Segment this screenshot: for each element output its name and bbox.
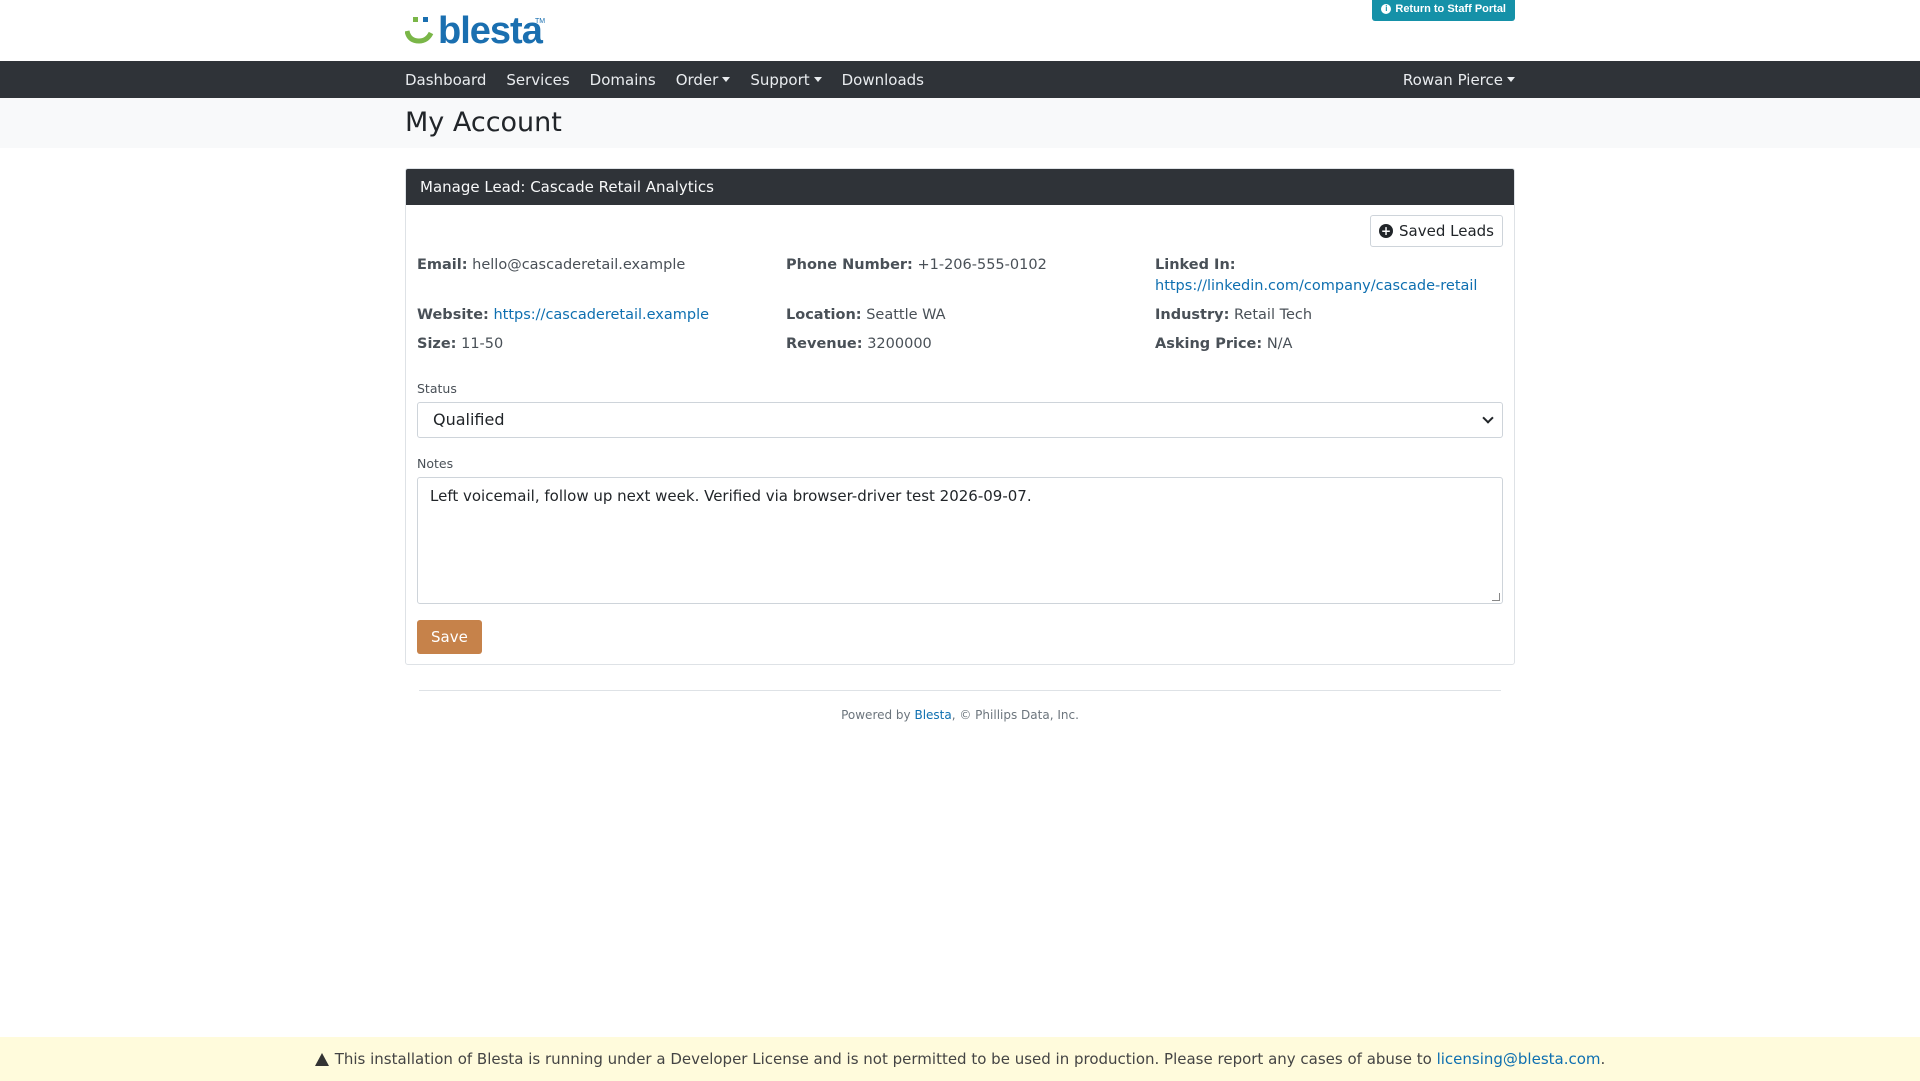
logo-smile-icon: blesta TM [405,11,545,47]
site-header: blesta TM i Return to Staff Portal [405,0,1515,61]
manage-lead-card: Manage Lead: Cascade Retail Analytics + … [405,168,1515,665]
logo-tm: TM [535,18,545,25]
asking-price-detail: Asking Price: N/A [1155,334,1503,355]
linkedin-detail: Linked In: https://linkedin.com/company/… [1155,255,1503,297]
website-detail: Website: https://cascaderetail.example [417,305,786,326]
saved-leads-label: Saved Leads [1399,222,1494,240]
size-label: Size: [417,336,457,352]
industry-label: Industry: [1155,307,1230,323]
size-detail: Size: 11-50 [417,334,786,355]
nav-dashboard[interactable]: Dashboard [405,71,486,89]
nav-support-dropdown[interactable]: Support [750,71,821,89]
license-warning-bar: This installation of Blesta is running u… [0,1037,1920,1081]
email-detail: Email: hello@cascaderetail.example [417,255,786,297]
email-value: hello@cascaderetail.example [472,257,686,273]
location-label: Location: [786,307,862,323]
plus-circle-icon: + [1379,224,1394,238]
notes-label: Notes [417,456,454,471]
nav-domains[interactable]: Domains [590,71,656,89]
website-label: Website: [417,307,489,323]
card-header: Manage Lead: Cascade Retail Analytics [406,169,1514,205]
warning-icon [314,1052,329,1066]
logo-wordmark: blesta [438,11,544,47]
linkedin-label: Linked In: [1155,257,1236,273]
status-selected-value: Qualified [433,410,505,429]
blesta-link[interactable]: Blesta [914,708,951,722]
saved-leads-button[interactable]: + Saved Leads [1370,215,1503,247]
linkedin-link[interactable]: https://linkedin.com/company/cascade-ret… [1155,278,1477,294]
powered-suffix: , © Phillips Data, Inc. [951,708,1079,722]
license-message: This installation of Blesta is running u… [334,1050,1437,1068]
revenue-label: Revenue: [786,336,863,352]
chevron-down-icon [1482,412,1494,424]
resize-grip-icon[interactable] [1492,593,1500,601]
status-select[interactable]: Qualified [417,402,1503,438]
page-title: My Account [405,107,562,138]
powered-by: Powered by Blesta, © Phillips Data, Inc. [0,708,1920,722]
notes-value: Left voicemail, follow up next week. Ver… [430,487,1032,505]
license-end: . [1600,1050,1606,1068]
industry-value: Retail Tech [1234,307,1313,323]
nav-downloads[interactable]: Downloads [842,71,924,89]
blesta-logo[interactable]: blesta TM [405,11,545,47]
main-navbar: Dashboard Services Domains Order Support… [0,61,1920,98]
size-value: 11-50 [461,336,504,352]
return-to-staff-portal-button[interactable]: i Return to Staff Portal [1372,0,1515,21]
status-label: Status [417,381,457,396]
phone-value: +1-206-555-0102 [917,257,1047,273]
staff-portal-label: Return to Staff Portal [1395,3,1506,15]
footer-divider [419,690,1501,691]
phone-label: Phone Number: [786,257,913,273]
email-label: Email: [417,257,468,273]
nav-order-dropdown[interactable]: Order [676,71,731,89]
location-value: Seattle WA [866,307,946,323]
notes-textarea[interactable]: Left voicemail, follow up next week. Ver… [417,477,1503,604]
save-button[interactable]: Save [417,620,482,654]
revenue-detail: Revenue: 3200000 [786,334,1155,355]
card-body: + Saved Leads Email: hello@cascaderetail… [406,205,1514,664]
lead-details: Email: hello@cascaderetail.example Phone… [417,255,1503,355]
licensing-email-link[interactable]: licensing@blesta.com [1437,1050,1601,1068]
revenue-value: 3200000 [867,336,932,352]
industry-detail: Industry: Retail Tech [1155,305,1503,326]
asking-price-label: Asking Price: [1155,336,1263,352]
location-detail: Location: Seattle WA [786,305,1155,326]
powered-prefix: Powered by [841,708,915,722]
title-band: My Account [0,98,1920,148]
phone-detail: Phone Number: +1-206-555-0102 [786,255,1155,297]
license-text: This installation of Blesta is running u… [335,1050,1606,1068]
asking-price-value: N/A [1266,336,1293,352]
website-link[interactable]: https://cascaderetail.example [493,307,709,323]
nav-services[interactable]: Services [506,71,569,89]
user-menu-dropdown[interactable]: Rowan Pierce [1403,71,1515,89]
info-icon: i [1381,4,1392,14]
